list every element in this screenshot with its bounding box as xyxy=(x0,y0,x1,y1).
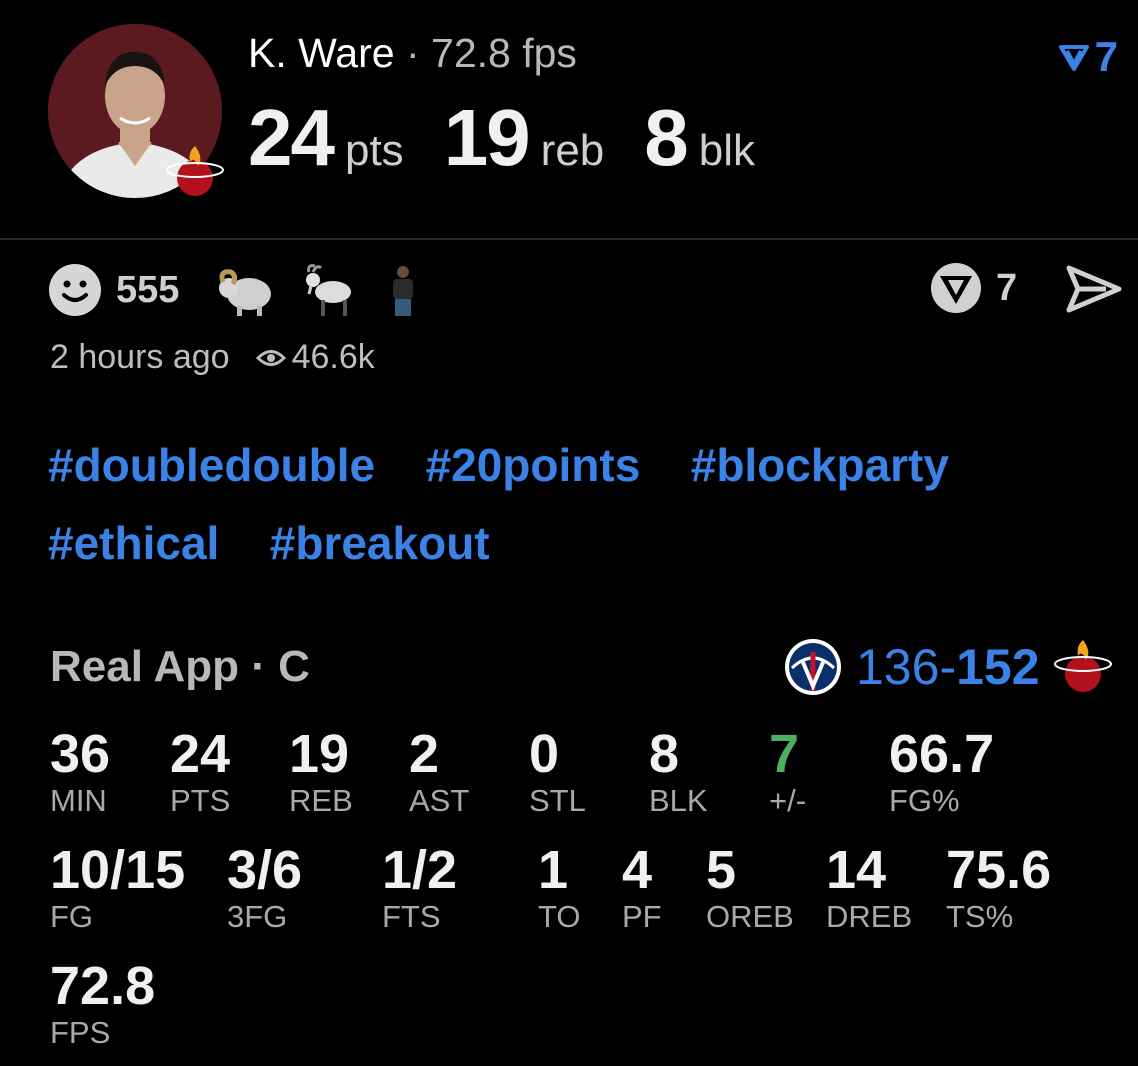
stat-label: TO xyxy=(538,899,581,934)
stat-label: BLK xyxy=(649,783,708,818)
stat-value: 75.6 xyxy=(946,840,1052,900)
headline-reb-value: 19 xyxy=(443,93,531,182)
ram-icon[interactable] xyxy=(215,262,275,318)
header-divider xyxy=(0,238,1138,240)
headline-stats: 24 pts 19 reb 8 blk xyxy=(248,92,795,184)
stat-label: PF xyxy=(622,899,662,934)
stat-to: 1 TO xyxy=(538,842,581,934)
hashtag[interactable]: #breakout xyxy=(270,518,490,568)
stat-value: 19 xyxy=(289,724,350,784)
goat-icon[interactable] xyxy=(299,262,359,318)
fps-text: 72.8 fps xyxy=(431,30,577,76)
stat-ast: 2 AST xyxy=(409,726,469,818)
headline-reb-unit: reb xyxy=(540,126,605,175)
headline-pts-value: 24 xyxy=(248,93,335,182)
name-separator: · xyxy=(394,30,432,76)
view-count: 46.6k xyxy=(291,338,375,376)
stat-reb: 19 REB xyxy=(289,726,353,818)
player-name[interactable]: K. Ware xyxy=(248,30,395,76)
heat-logo-icon xyxy=(164,142,226,204)
stat-blk: 8 BLK xyxy=(649,726,708,818)
stat-pts: 24 PTS xyxy=(170,726,230,818)
stat-value: 0 xyxy=(529,724,560,784)
time-ago: 2 hours ago xyxy=(50,338,230,376)
post-meta: 2 hours ago 46.6k xyxy=(50,338,375,377)
heat-logo-icon xyxy=(1053,640,1112,692)
stat-label: FTS xyxy=(382,899,441,934)
stat-label: MIN xyxy=(50,783,107,818)
stat-3fg: 3/6 3FG xyxy=(227,842,302,934)
smile-icon[interactable] xyxy=(48,263,102,317)
reaction-count[interactable]: 555 xyxy=(116,269,179,312)
hashtag[interactable]: #doubledouble xyxy=(48,440,375,490)
stat-value: 66.7 xyxy=(889,724,995,784)
stat-label: AST xyxy=(409,783,470,818)
headline-blk-unit: blk xyxy=(698,126,756,175)
stat-value: 5 xyxy=(706,840,737,900)
stat-label: 3FG xyxy=(227,899,288,934)
player-emoji-icon[interactable] xyxy=(383,262,423,318)
source-label: Real App · C xyxy=(50,642,310,691)
stat-fg-pct: 66.7 FG% xyxy=(889,726,994,818)
v-vote-icon xyxy=(931,263,981,313)
stat-value: 36 xyxy=(50,724,111,784)
send-icon[interactable] xyxy=(1066,264,1122,314)
stat-min: 36 MIN xyxy=(50,726,110,818)
stat-dreb: 14 DREB xyxy=(826,842,912,934)
hashtag[interactable]: #20points xyxy=(426,440,641,490)
stat-label: +/- xyxy=(769,783,807,818)
vote-badge[interactable]: 7 xyxy=(1058,33,1118,81)
stat-ts-pct: 75.6 TS% xyxy=(946,842,1051,934)
stat-value: 72.8 xyxy=(50,956,156,1016)
wizards-logo-icon xyxy=(785,639,841,695)
stat-value: 3/6 xyxy=(227,840,303,900)
stat-label: OREB xyxy=(706,899,794,934)
stat-value: 24 xyxy=(170,724,231,784)
player-name-line: K. Ware · 72.8 fps xyxy=(248,30,577,77)
stat-fps: 72.8 FPS xyxy=(50,958,155,1050)
hashtag-list: #doubledouble #20points #blockparty #eth… xyxy=(48,440,1108,596)
stat-stl: 0 STL xyxy=(529,726,586,818)
stat-label: FG% xyxy=(889,783,960,818)
stat-label: DREB xyxy=(826,899,913,934)
v-vote-icon xyxy=(1058,45,1089,71)
stat-value: 10/15 xyxy=(50,840,186,900)
vote-count-secondary: 7 xyxy=(996,266,1018,309)
stat-fts: 1/2 FTS xyxy=(382,842,457,934)
score-dash: - xyxy=(939,639,957,695)
stat-pf: 4 PF xyxy=(622,842,662,934)
home-score: 152 xyxy=(956,639,1040,695)
vote-button[interactable]: 7 xyxy=(928,262,1017,314)
vote-count: 7 xyxy=(1094,33,1118,80)
headline-blk-value: 8 xyxy=(644,93,688,182)
stat-label: FPS xyxy=(50,1015,111,1050)
eye-icon xyxy=(255,349,286,366)
stat-value: 2 xyxy=(409,724,440,784)
stat-label: REB xyxy=(289,783,353,818)
stat-value: 1/2 xyxy=(382,840,458,900)
stat-oreb: 5 OREB xyxy=(706,842,794,934)
stat-value: 8 xyxy=(649,724,680,784)
stat-fg: 10/15 FG xyxy=(50,842,185,934)
hashtag[interactable]: #blockparty xyxy=(691,440,949,490)
game-score[interactable]: 136-152 xyxy=(784,636,1114,698)
stat-value: 1 xyxy=(538,840,569,900)
stat-plus-minus: 7 +/- xyxy=(769,726,806,818)
stat-label: FG xyxy=(50,899,94,934)
reaction-bar: 555 xyxy=(48,262,447,318)
stat-value: 14 xyxy=(826,840,887,900)
away-score: 136 xyxy=(856,639,940,695)
stat-label: TS% xyxy=(946,899,1014,934)
stat-value: 7 xyxy=(769,724,800,784)
stat-value: 4 xyxy=(622,840,653,900)
hashtag[interactable]: #ethical xyxy=(48,518,219,568)
stat-label: STL xyxy=(529,783,586,818)
stat-label: PTS xyxy=(170,783,231,818)
headline-pts-unit: pts xyxy=(344,126,404,175)
